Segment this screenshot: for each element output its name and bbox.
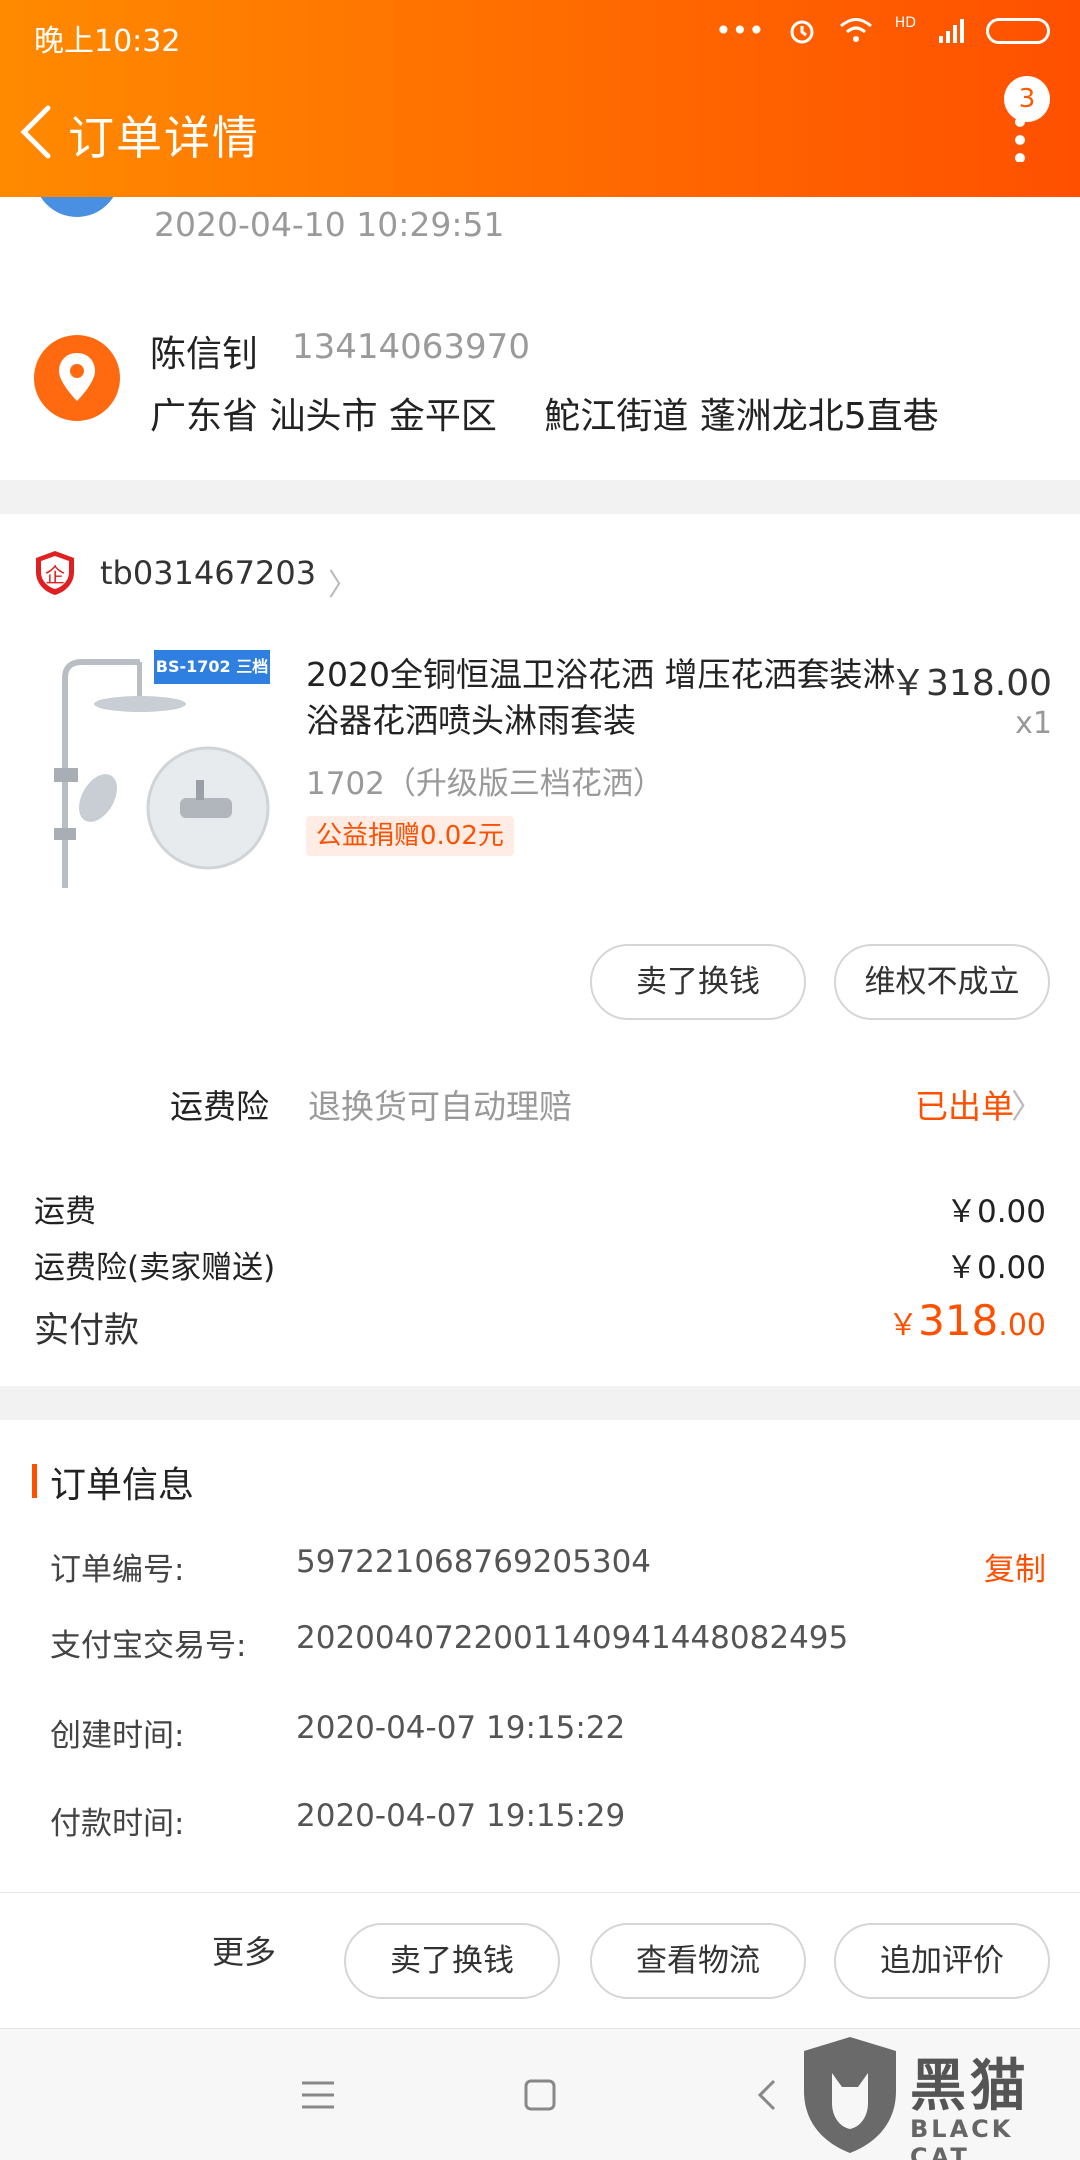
more-options-icon[interactable] xyxy=(1012,112,1028,162)
page-title: 订单详情 xyxy=(68,111,260,165)
fee-value-insurance: ￥0.00 xyxy=(945,1250,1046,1286)
shipping-insurance-status[interactable]: 已出单 xyxy=(915,1080,1014,1128)
product-spec: 1702（升级版三档花洒） xyxy=(306,766,664,802)
chevron-right-icon: 〉 xyxy=(328,568,358,603)
recipient-phone: 13414063970 xyxy=(292,327,530,367)
fee-label-shipping: 运费 xyxy=(34,1194,96,1230)
more-actions-button[interactable]: 更多 xyxy=(212,1927,276,1973)
product-section: 企 tb031467203 〉 BS-1702 三档 2020全铜恒温卫浴花洒 … xyxy=(0,514,1080,1386)
alarm-icon xyxy=(790,20,814,43)
shipping-insurance-desc: 退换货可自动理赔 xyxy=(308,1087,572,1126)
copy-button[interactable]: 复制 xyxy=(984,1544,1046,1589)
watermark-title: 黑猫 xyxy=(910,2054,1030,2119)
network-label: HD xyxy=(894,14,916,31)
model-tag: BS-1702 三档 xyxy=(154,650,270,684)
view-logistics-button[interactable]: 查看物流 xyxy=(590,1923,806,1999)
sell-button[interactable]: 卖了换钱 xyxy=(344,1923,560,1999)
location-pin-icon xyxy=(34,335,120,421)
menu-icon[interactable] xyxy=(288,2065,348,2125)
paid-amount-value: ￥318.00 xyxy=(888,1296,1046,1345)
watermark: 黑猫 BLACK CAT xyxy=(794,2033,1074,2160)
order-detail-page: 晚上10:32 ••• HD 订单详情 3 2020-04-10 10:29:5… xyxy=(0,0,1080,2160)
wifi-icon xyxy=(839,17,872,42)
shipping-address: 广东省 汕头市 金平区 鮀江街道 蓬洲龙北5直巷 xyxy=(150,396,939,437)
product-title[interactable]: 2020全铜恒温卫浴花洒 增压花洒套装淋浴器花洒喷头淋雨套装 xyxy=(306,652,896,744)
fee-label-insurance: 运费险(卖家赠送) xyxy=(34,1250,276,1286)
order-info-section: 订单信息 订单编号: 597221068769205304 复制 支付宝交易号:… xyxy=(0,1420,1080,1892)
cat-shield-logo xyxy=(804,2037,896,2153)
shipping-insurance-label: 运费险 xyxy=(170,1087,269,1126)
product-quantity: x1 xyxy=(1015,706,1052,741)
paid-decimal: .00 xyxy=(998,1308,1046,1343)
order-number-value: 597221068769205304 xyxy=(296,1544,652,1580)
product-price: ￥318.00 xyxy=(890,663,1052,704)
created-time-value: 2020-04-07 19:15:22 xyxy=(296,1710,626,1746)
order-info-title: 订单信息 xyxy=(50,1465,195,1506)
status-icons: ••• HD xyxy=(715,14,1050,47)
watermark-subtitle: BLACK CAT xyxy=(910,2115,1014,2160)
fee-value-shipping: ￥0.00 xyxy=(945,1194,1046,1230)
shop-name[interactable]: tb031467203 xyxy=(100,554,316,592)
address-section: 2020-04-10 10:29:51 陈信钊 13414063970 广东省 … xyxy=(0,157,1080,480)
alipay-trade-label: 支付宝交易号: xyxy=(50,1628,247,1664)
recipient-name: 陈信钊 xyxy=(150,334,259,375)
paid-time-value: 2020-04-07 19:15:29 xyxy=(296,1798,626,1834)
paid-time-label: 付款时间: xyxy=(50,1806,185,1842)
svg-text:企: 企 xyxy=(45,563,65,587)
logistics-time: 2020-04-10 10:29:51 xyxy=(154,205,505,244)
created-time-label: 创建时间: xyxy=(50,1718,185,1754)
enterprise-shop-icon: 企 xyxy=(36,551,74,595)
chevron-right-icon: 〉 xyxy=(1011,1087,1044,1126)
section-accent-bar xyxy=(32,1464,37,1498)
paid-amount-label: 实付款 xyxy=(34,1311,140,1351)
status-time: 晚上10:32 xyxy=(34,24,181,59)
paid-currency: ￥ xyxy=(888,1308,919,1343)
dispute-status-button[interactable]: 维权不成立 xyxy=(834,944,1050,1020)
order-number-label: 订单编号: xyxy=(50,1552,185,1588)
signal-icon xyxy=(939,18,964,43)
home-icon[interactable] xyxy=(510,2065,570,2125)
alipay-trade-value: 2020040722001140941448082495 xyxy=(296,1620,849,1656)
sell-item-button[interactable]: 卖了换钱 xyxy=(590,944,806,1020)
battery-icon xyxy=(986,17,1050,44)
system-navigation-bar: 黑猫 BLACK CAT xyxy=(0,2028,1080,2160)
paid-integer: 318 xyxy=(918,1296,999,1345)
back-arrow-icon[interactable] xyxy=(16,104,56,160)
charity-badge: 公益捐赠0.02元 xyxy=(306,816,514,856)
more-status-icon: ••• xyxy=(715,14,765,47)
product-image[interactable] xyxy=(40,648,272,896)
bottom-action-bar: 更多 卖了换钱 查看物流 追加评价 xyxy=(0,1892,1080,2028)
add-review-button[interactable]: 追加评价 xyxy=(834,1923,1050,1999)
app-header: 晚上10:32 ••• HD 订单详情 3 xyxy=(0,0,1080,197)
back-icon[interactable] xyxy=(738,2065,798,2125)
